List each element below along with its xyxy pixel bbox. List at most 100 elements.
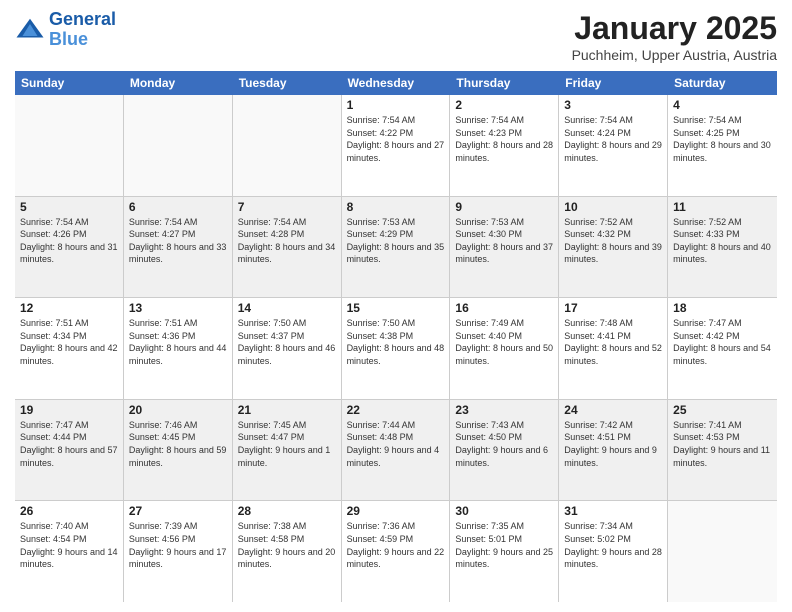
day-info: Sunrise: 7:40 AMSunset: 4:54 PMDaylight:… xyxy=(20,520,118,570)
day-info: Sunrise: 7:48 AMSunset: 4:41 PMDaylight:… xyxy=(564,317,662,367)
header-tuesday: Tuesday xyxy=(233,71,342,95)
day-info: Sunrise: 7:54 AMSunset: 4:26 PMDaylight:… xyxy=(20,216,118,266)
calendar-header: Sunday Monday Tuesday Wednesday Thursday… xyxy=(15,71,777,95)
day-info: Sunrise: 7:44 AMSunset: 4:48 PMDaylight:… xyxy=(347,419,445,469)
week-row-5: 26Sunrise: 7:40 AMSunset: 4:54 PMDayligh… xyxy=(15,501,777,602)
day-number: 19 xyxy=(20,403,118,417)
logo: General Blue xyxy=(15,10,116,50)
day-number: 22 xyxy=(347,403,445,417)
day-cell xyxy=(233,95,342,196)
day-cell: 14Sunrise: 7:50 AMSunset: 4:37 PMDayligh… xyxy=(233,298,342,399)
day-info: Sunrise: 7:39 AMSunset: 4:56 PMDaylight:… xyxy=(129,520,227,570)
day-number: 16 xyxy=(455,301,553,315)
day-cell: 13Sunrise: 7:51 AMSunset: 4:36 PMDayligh… xyxy=(124,298,233,399)
day-cell: 3 Sunrise: 7:54 AMSunset: 4:24 PMDaylight… xyxy=(559,95,668,196)
header-friday: Friday xyxy=(559,71,668,95)
day-info: Sunrise: 7:47 AMSunset: 4:42 PMDaylight:… xyxy=(673,317,772,367)
day-number: 9 xyxy=(455,200,553,214)
day-info: Sunrise: 7:52 AMSunset: 4:32 PMDaylight:… xyxy=(564,216,662,266)
day-cell xyxy=(668,501,777,602)
day-info: Sunrise: 7:43 AMSunset: 4:50 PMDaylight:… xyxy=(455,419,553,469)
day-cell: 27 Sunrise: 7:39 AMSunset: 4:56 PMDayligh… xyxy=(124,501,233,602)
day-cell: 31 Sunrise: 7:34 AMSunset: 5:02 PMDayligh… xyxy=(559,501,668,602)
day-number: 12 xyxy=(20,301,118,315)
header-thursday: Thursday xyxy=(450,71,559,95)
day-number: 1 xyxy=(347,98,445,112)
day-number: 10 xyxy=(564,200,662,214)
day-info: Sunrise: 7:53 AMSunset: 4:29 PMDaylight:… xyxy=(347,216,445,266)
day-cell: 7Sunrise: 7:54 AMSunset: 4:28 PMDaylight… xyxy=(233,197,342,298)
day-number: 21 xyxy=(238,403,336,417)
day-info: Sunrise: 7:54 AMSunset: 4:24 PMDaylight:… xyxy=(564,114,662,164)
week-row-3: 12Sunrise: 7:51 AMSunset: 4:34 PMDayligh… xyxy=(15,298,777,400)
day-number: 5 xyxy=(20,200,118,214)
day-info: Sunrise: 7:54 AMSunset: 4:27 PMDaylight:… xyxy=(129,216,227,266)
header-monday: Monday xyxy=(124,71,233,95)
day-info: Sunrise: 7:49 AMSunset: 4:40 PMDaylight:… xyxy=(455,317,553,367)
day-cell: 19 Sunrise: 7:47 AMSunset: 4:44 PMDayligh… xyxy=(15,400,124,501)
day-number: 23 xyxy=(455,403,553,417)
day-cell: 5 Sunrise: 7:54 AMSunset: 4:26 PMDaylight… xyxy=(15,197,124,298)
week-row-4: 19 Sunrise: 7:47 AMSunset: 4:44 PMDayligh… xyxy=(15,400,777,502)
header-sunday: Sunday xyxy=(15,71,124,95)
day-info: Sunrise: 7:35 AMSunset: 5:01 PMDaylight:… xyxy=(455,520,553,570)
day-cell: 23 Sunrise: 7:43 AMSunset: 4:50 PMDayligh… xyxy=(450,400,559,501)
day-cell: 30 Sunrise: 7:35 AMSunset: 5:01 PMDayligh… xyxy=(450,501,559,602)
day-number: 27 xyxy=(129,504,227,518)
day-number: 24 xyxy=(564,403,662,417)
day-cell: 6 Sunrise: 7:54 AMSunset: 4:27 PMDaylight… xyxy=(124,197,233,298)
logo-icon xyxy=(15,15,45,45)
day-number: 15 xyxy=(347,301,445,315)
day-number: 2 xyxy=(455,98,553,112)
day-number: 6 xyxy=(129,200,227,214)
title-block: January 2025 Puchheim, Upper Austria, Au… xyxy=(572,10,777,63)
day-info: Sunrise: 7:45 AMSunset: 4:47 PMDaylight:… xyxy=(238,419,336,469)
day-number: 31 xyxy=(564,504,662,518)
day-cell: 29Sunrise: 7:36 AMSunset: 4:59 PMDayligh… xyxy=(342,501,451,602)
day-info: Sunrise: 7:47 AMSunset: 4:44 PMDaylight:… xyxy=(20,419,118,469)
day-info: Sunrise: 7:50 AMSunset: 4:37 PMDaylight:… xyxy=(238,317,336,367)
day-cell: 10 Sunrise: 7:52 AMSunset: 4:32 PMDayligh… xyxy=(559,197,668,298)
header-saturday: Saturday xyxy=(668,71,777,95)
day-cell: 1 Sunrise: 7:54 AMSunset: 4:22 PMDaylight… xyxy=(342,95,451,196)
day-number: 11 xyxy=(673,200,772,214)
day-cell: 28Sunrise: 7:38 AMSunset: 4:58 PMDayligh… xyxy=(233,501,342,602)
day-cell: 8 Sunrise: 7:53 AMSunset: 4:29 PMDaylight… xyxy=(342,197,451,298)
day-cell xyxy=(124,95,233,196)
day-number: 3 xyxy=(564,98,662,112)
day-info: Sunrise: 7:38 AMSunset: 4:58 PMDaylight:… xyxy=(238,520,336,570)
day-cell: 17 Sunrise: 7:48 AMSunset: 4:41 PMDayligh… xyxy=(559,298,668,399)
day-number: 25 xyxy=(673,403,772,417)
day-number: 18 xyxy=(673,301,772,315)
day-cell: 21 Sunrise: 7:45 AMSunset: 4:47 PMDayligh… xyxy=(233,400,342,501)
day-number: 17 xyxy=(564,301,662,315)
day-info: Sunrise: 7:34 AMSunset: 5:02 PMDaylight:… xyxy=(564,520,662,570)
day-cell: 2Sunrise: 7:54 AMSunset: 4:23 PMDaylight… xyxy=(450,95,559,196)
day-info: Sunrise: 7:46 AMSunset: 4:45 PMDaylight:… xyxy=(129,419,227,469)
page: General Blue January 2025 Puchheim, Uppe… xyxy=(0,0,792,612)
calendar: Sunday Monday Tuesday Wednesday Thursday… xyxy=(15,71,777,602)
header: General Blue January 2025 Puchheim, Uppe… xyxy=(15,10,777,63)
day-cell: 24 Sunrise: 7:42 AMSunset: 4:51 PMDayligh… xyxy=(559,400,668,501)
day-info: Sunrise: 7:52 AMSunset: 4:33 PMDaylight:… xyxy=(673,216,772,266)
day-cell: 4 Sunrise: 7:54 AMSunset: 4:25 PMDaylight… xyxy=(668,95,777,196)
day-number: 30 xyxy=(455,504,553,518)
day-number: 20 xyxy=(129,403,227,417)
day-info: Sunrise: 7:50 AMSunset: 4:38 PMDaylight:… xyxy=(347,317,445,367)
day-number: 8 xyxy=(347,200,445,214)
day-info: Sunrise: 7:54 AMSunset: 4:22 PMDaylight:… xyxy=(347,114,445,164)
week-row-1: 1 Sunrise: 7:54 AMSunset: 4:22 PMDaylight… xyxy=(15,95,777,197)
day-cell: 15 Sunrise: 7:50 AMSunset: 4:38 PMDayligh… xyxy=(342,298,451,399)
day-cell: 11 Sunrise: 7:52 AMSunset: 4:33 PMDayligh… xyxy=(668,197,777,298)
day-cell xyxy=(15,95,124,196)
day-cell: 12Sunrise: 7:51 AMSunset: 4:34 PMDayligh… xyxy=(15,298,124,399)
day-number: 7 xyxy=(238,200,336,214)
day-cell: 9Sunrise: 7:53 AMSunset: 4:30 PMDaylight… xyxy=(450,197,559,298)
month-title: January 2025 xyxy=(572,10,777,47)
day-cell: 22 Sunrise: 7:44 AMSunset: 4:48 PMDayligh… xyxy=(342,400,451,501)
day-cell: 18 Sunrise: 7:47 AMSunset: 4:42 PMDayligh… xyxy=(668,298,777,399)
day-number: 4 xyxy=(673,98,772,112)
day-info: Sunrise: 7:42 AMSunset: 4:51 PMDaylight:… xyxy=(564,419,662,469)
logo-text: General Blue xyxy=(49,10,116,50)
day-info: Sunrise: 7:54 AMSunset: 4:25 PMDaylight:… xyxy=(673,114,772,164)
